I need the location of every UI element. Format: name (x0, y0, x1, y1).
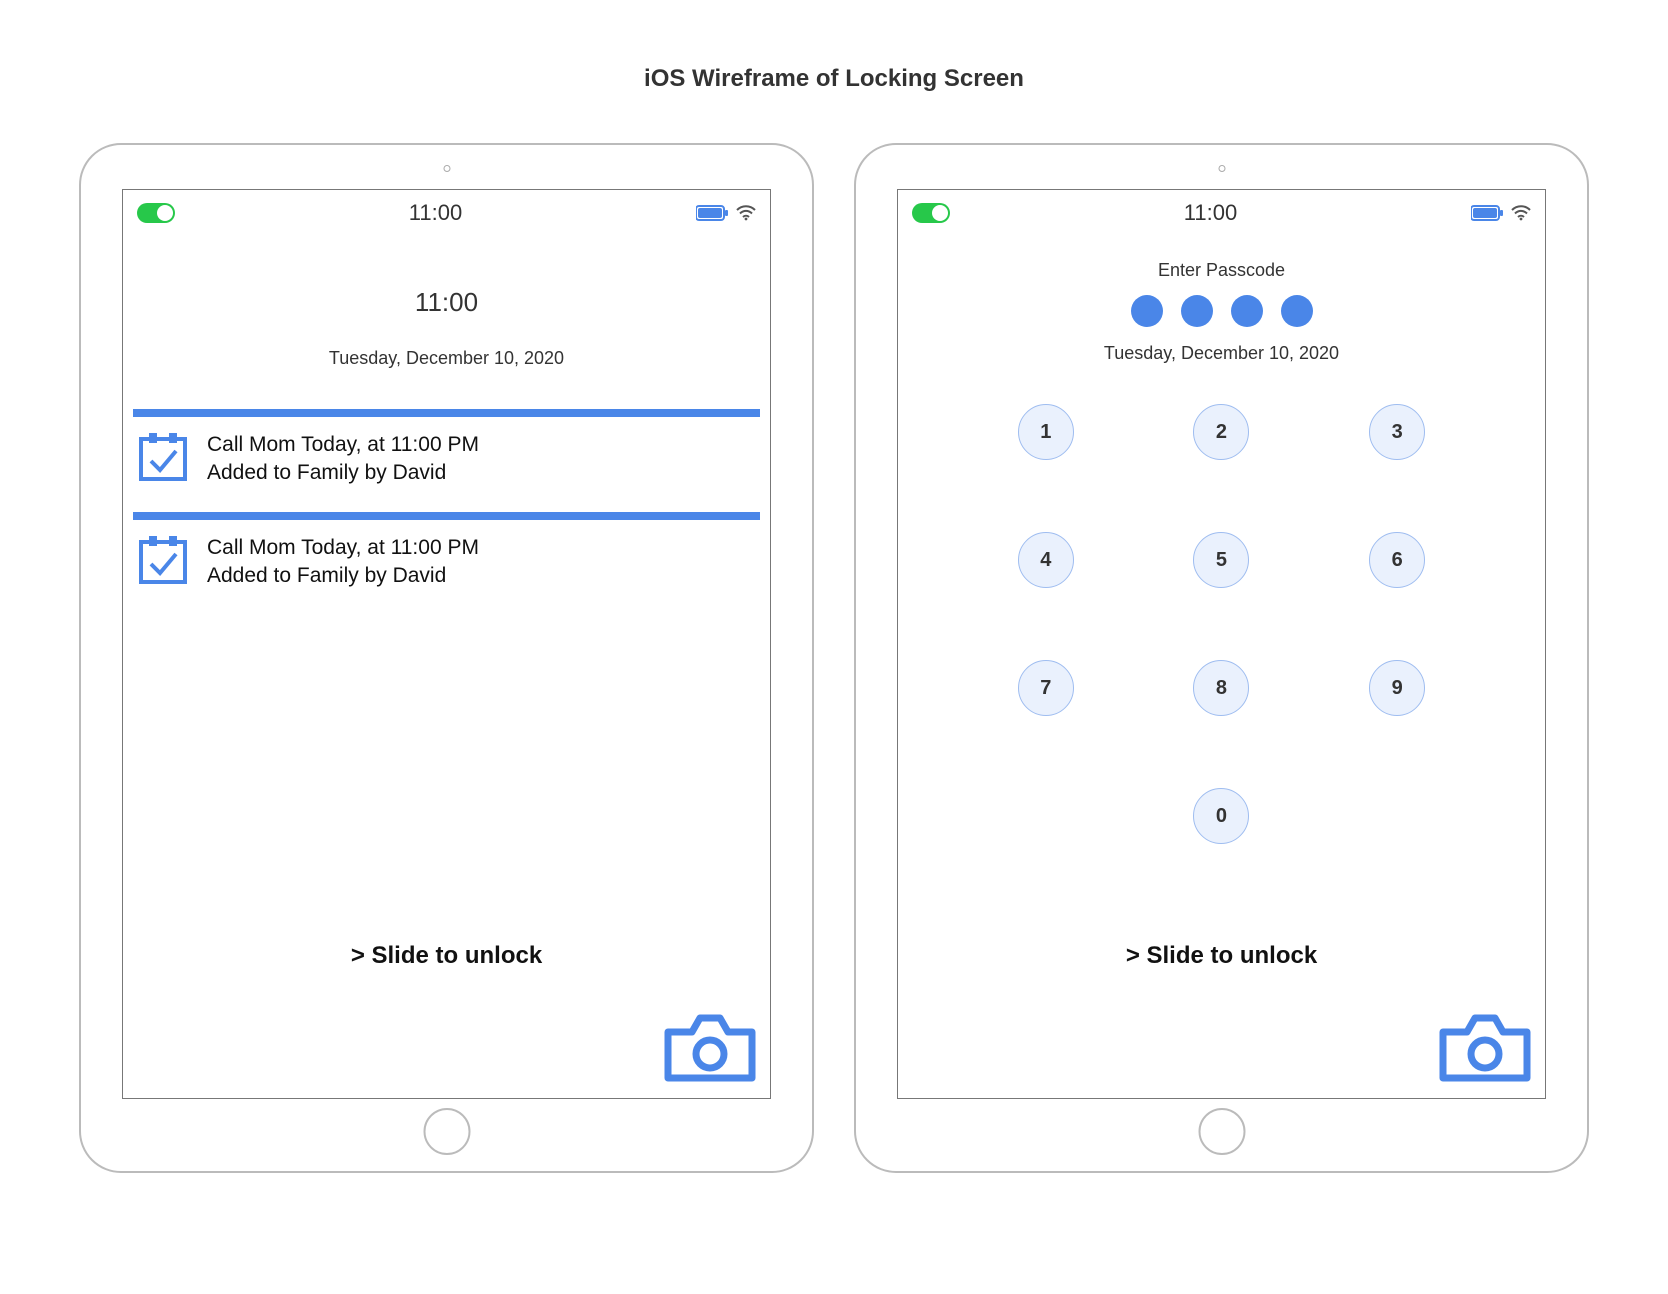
passcode-dots (898, 295, 1545, 327)
home-button[interactable] (423, 1108, 470, 1155)
wifi-icon (1511, 205, 1531, 221)
keypad-key-5[interactable]: 5 (1193, 532, 1249, 588)
notification-line1: Call Mom Today, at 11:00 PM (207, 534, 479, 562)
notification-text: Call Mom Today, at 11:00 PM Added to Fam… (207, 534, 479, 591)
wifi-icon (736, 205, 756, 221)
notification-text: Call Mom Today, at 11:00 PM Added to Fam… (207, 431, 479, 488)
passcode-date: Tuesday, December 10, 2020 (898, 343, 1545, 364)
divider (133, 512, 760, 520)
passcode-dot-icon (1131, 295, 1163, 327)
battery-icon (1471, 205, 1503, 221)
notification-item[interactable]: Call Mom Today, at 11:00 PM Added to Fam… (133, 530, 760, 601)
keypad: 1 2 3 4 5 6 7 8 9 0 (898, 404, 1545, 844)
calendar-check-icon (139, 431, 187, 481)
passcode-dot-icon (1181, 295, 1213, 327)
lock-time: 11:00 (123, 287, 770, 318)
divider (133, 409, 760, 417)
passcode-dot-icon (1231, 295, 1263, 327)
enter-passcode-label: Enter Passcode (898, 260, 1545, 281)
notification-line2: Added to Family by David (207, 459, 479, 487)
notification-line1: Call Mom Today, at 11:00 PM (207, 431, 479, 459)
camera-shortcut-button[interactable] (664, 1012, 756, 1084)
keypad-key-7[interactable]: 7 (1018, 660, 1074, 716)
lock-date: Tuesday, December 10, 2020 (123, 348, 770, 369)
camera-icon (664, 1012, 756, 1084)
screen-lock: 11:00 11:00 Tuesday, December 10, 2020 (122, 189, 771, 1099)
home-button[interactable] (1198, 1108, 1245, 1155)
slide-to-unlock[interactable]: > Slide to unlock (123, 942, 770, 970)
keypad-key-1[interactable]: 1 (1018, 404, 1074, 460)
camera-shortcut-button[interactable] (1439, 1012, 1531, 1084)
notification-line2: Added to Family by David (207, 562, 479, 590)
status-bar: 11:00 (898, 190, 1545, 232)
front-camera-icon (443, 165, 450, 172)
devices-row: 11:00 11:00 Tuesday, December 10, 2020 (0, 143, 1668, 1173)
keypad-key-2[interactable]: 2 (1193, 404, 1249, 460)
keypad-key-6[interactable]: 6 (1369, 532, 1425, 588)
toggle-icon[interactable] (912, 203, 950, 223)
keypad-key-0[interactable]: 0 (1193, 788, 1249, 844)
camera-icon (1439, 1012, 1531, 1084)
front-camera-icon (1218, 165, 1225, 172)
battery-icon (696, 205, 728, 221)
tablet-lock-screen: 11:00 11:00 Tuesday, December 10, 2020 (79, 143, 814, 1173)
slide-to-unlock[interactable]: > Slide to unlock (898, 942, 1545, 970)
toggle-icon[interactable] (137, 203, 175, 223)
passcode-dot-icon (1281, 295, 1313, 327)
status-time: 11:00 (409, 200, 462, 226)
tablet-passcode-screen: 11:00 Enter Passcode Tuesday, December 1… (854, 143, 1589, 1173)
keypad-key-9[interactable]: 9 (1369, 660, 1425, 716)
page-title: iOS Wireframe of Locking Screen (0, 0, 1668, 93)
calendar-check-icon (139, 534, 187, 584)
keypad-key-8[interactable]: 8 (1193, 660, 1249, 716)
keypad-key-4[interactable]: 4 (1018, 532, 1074, 588)
notification-item[interactable]: Call Mom Today, at 11:00 PM Added to Fam… (133, 427, 760, 498)
notifications: Call Mom Today, at 11:00 PM Added to Fam… (123, 409, 770, 600)
keypad-key-3[interactable]: 3 (1369, 404, 1425, 460)
screen-passcode: 11:00 Enter Passcode Tuesday, December 1… (897, 189, 1546, 1099)
status-time: 11:00 (1184, 200, 1237, 226)
status-bar: 11:00 (123, 190, 770, 232)
